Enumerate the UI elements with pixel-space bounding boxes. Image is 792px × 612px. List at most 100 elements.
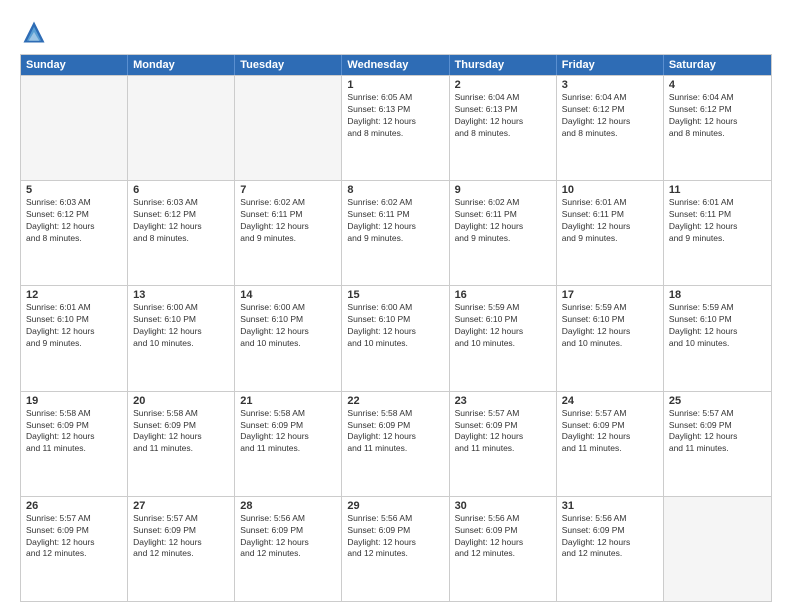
calendar-cell: 12Sunrise: 6:01 AM Sunset: 6:10 PM Dayli…	[21, 286, 128, 390]
calendar-cell: 8Sunrise: 6:02 AM Sunset: 6:11 PM Daylig…	[342, 181, 449, 285]
day-number: 6	[133, 184, 229, 196]
weekday-header-thursday: Thursday	[450, 55, 557, 75]
calendar-cell	[21, 76, 128, 180]
calendar-cell: 22Sunrise: 5:58 AM Sunset: 6:09 PM Dayli…	[342, 392, 449, 496]
calendar-cell: 28Sunrise: 5:56 AM Sunset: 6:09 PM Dayli…	[235, 497, 342, 601]
day-number: 29	[347, 500, 443, 512]
day-number: 17	[562, 289, 658, 301]
weekday-header-friday: Friday	[557, 55, 664, 75]
day-number: 7	[240, 184, 336, 196]
day-info: Sunrise: 5:56 AM Sunset: 6:09 PM Dayligh…	[455, 513, 551, 561]
calendar-body: 1Sunrise: 6:05 AM Sunset: 6:13 PM Daylig…	[21, 75, 771, 601]
calendar-cell: 24Sunrise: 5:57 AM Sunset: 6:09 PM Dayli…	[557, 392, 664, 496]
calendar-cell: 7Sunrise: 6:02 AM Sunset: 6:11 PM Daylig…	[235, 181, 342, 285]
calendar-cell: 13Sunrise: 6:00 AM Sunset: 6:10 PM Dayli…	[128, 286, 235, 390]
calendar-row-2: 5Sunrise: 6:03 AM Sunset: 6:12 PM Daylig…	[21, 180, 771, 285]
day-info: Sunrise: 6:03 AM Sunset: 6:12 PM Dayligh…	[133, 197, 229, 245]
calendar-cell	[664, 497, 771, 601]
day-number: 22	[347, 395, 443, 407]
day-number: 26	[26, 500, 122, 512]
day-info: Sunrise: 6:05 AM Sunset: 6:13 PM Dayligh…	[347, 92, 443, 140]
day-number: 10	[562, 184, 658, 196]
day-info: Sunrise: 6:01 AM Sunset: 6:11 PM Dayligh…	[562, 197, 658, 245]
calendar-cell: 18Sunrise: 5:59 AM Sunset: 6:10 PM Dayli…	[664, 286, 771, 390]
calendar-cell: 17Sunrise: 5:59 AM Sunset: 6:10 PM Dayli…	[557, 286, 664, 390]
day-number: 14	[240, 289, 336, 301]
day-info: Sunrise: 5:56 AM Sunset: 6:09 PM Dayligh…	[562, 513, 658, 561]
day-number: 23	[455, 395, 551, 407]
day-info: Sunrise: 6:04 AM Sunset: 6:13 PM Dayligh…	[455, 92, 551, 140]
weekday-header-sunday: Sunday	[21, 55, 128, 75]
day-number: 24	[562, 395, 658, 407]
calendar-cell: 31Sunrise: 5:56 AM Sunset: 6:09 PM Dayli…	[557, 497, 664, 601]
header	[20, 18, 772, 46]
day-info: Sunrise: 5:57 AM Sunset: 6:09 PM Dayligh…	[26, 513, 122, 561]
calendar-row-1: 1Sunrise: 6:05 AM Sunset: 6:13 PM Daylig…	[21, 75, 771, 180]
day-info: Sunrise: 6:04 AM Sunset: 6:12 PM Dayligh…	[669, 92, 766, 140]
weekday-header-saturday: Saturday	[664, 55, 771, 75]
day-info: Sunrise: 6:00 AM Sunset: 6:10 PM Dayligh…	[133, 302, 229, 350]
day-info: Sunrise: 5:57 AM Sunset: 6:09 PM Dayligh…	[455, 408, 551, 456]
calendar-cell: 6Sunrise: 6:03 AM Sunset: 6:12 PM Daylig…	[128, 181, 235, 285]
calendar-cell: 23Sunrise: 5:57 AM Sunset: 6:09 PM Dayli…	[450, 392, 557, 496]
day-number: 16	[455, 289, 551, 301]
calendar-cell: 29Sunrise: 5:56 AM Sunset: 6:09 PM Dayli…	[342, 497, 449, 601]
day-number: 1	[347, 79, 443, 91]
calendar-cell: 26Sunrise: 5:57 AM Sunset: 6:09 PM Dayli…	[21, 497, 128, 601]
day-number: 2	[455, 79, 551, 91]
day-info: Sunrise: 5:57 AM Sunset: 6:09 PM Dayligh…	[562, 408, 658, 456]
day-number: 21	[240, 395, 336, 407]
day-info: Sunrise: 6:04 AM Sunset: 6:12 PM Dayligh…	[562, 92, 658, 140]
day-info: Sunrise: 5:56 AM Sunset: 6:09 PM Dayligh…	[347, 513, 443, 561]
weekday-header-monday: Monday	[128, 55, 235, 75]
day-info: Sunrise: 5:58 AM Sunset: 6:09 PM Dayligh…	[26, 408, 122, 456]
logo	[20, 18, 52, 46]
calendar-cell: 21Sunrise: 5:58 AM Sunset: 6:09 PM Dayli…	[235, 392, 342, 496]
calendar-cell: 4Sunrise: 6:04 AM Sunset: 6:12 PM Daylig…	[664, 76, 771, 180]
day-number: 13	[133, 289, 229, 301]
day-info: Sunrise: 6:03 AM Sunset: 6:12 PM Dayligh…	[26, 197, 122, 245]
calendar-header: SundayMondayTuesdayWednesdayThursdayFrid…	[21, 55, 771, 75]
day-number: 11	[669, 184, 766, 196]
day-info: Sunrise: 5:59 AM Sunset: 6:10 PM Dayligh…	[562, 302, 658, 350]
day-number: 8	[347, 184, 443, 196]
day-info: Sunrise: 6:02 AM Sunset: 6:11 PM Dayligh…	[347, 197, 443, 245]
calendar-cell: 10Sunrise: 6:01 AM Sunset: 6:11 PM Dayli…	[557, 181, 664, 285]
calendar-row-3: 12Sunrise: 6:01 AM Sunset: 6:10 PM Dayli…	[21, 285, 771, 390]
day-number: 20	[133, 395, 229, 407]
day-info: Sunrise: 5:59 AM Sunset: 6:10 PM Dayligh…	[669, 302, 766, 350]
calendar-cell: 19Sunrise: 5:58 AM Sunset: 6:09 PM Dayli…	[21, 392, 128, 496]
day-info: Sunrise: 6:02 AM Sunset: 6:11 PM Dayligh…	[240, 197, 336, 245]
day-info: Sunrise: 5:57 AM Sunset: 6:09 PM Dayligh…	[133, 513, 229, 561]
day-info: Sunrise: 6:01 AM Sunset: 6:10 PM Dayligh…	[26, 302, 122, 350]
day-number: 31	[562, 500, 658, 512]
calendar-cell: 16Sunrise: 5:59 AM Sunset: 6:10 PM Dayli…	[450, 286, 557, 390]
calendar-cell: 27Sunrise: 5:57 AM Sunset: 6:09 PM Dayli…	[128, 497, 235, 601]
day-info: Sunrise: 6:00 AM Sunset: 6:10 PM Dayligh…	[240, 302, 336, 350]
calendar-cell: 3Sunrise: 6:04 AM Sunset: 6:12 PM Daylig…	[557, 76, 664, 180]
day-info: Sunrise: 5:58 AM Sunset: 6:09 PM Dayligh…	[240, 408, 336, 456]
calendar-cell: 25Sunrise: 5:57 AM Sunset: 6:09 PM Dayli…	[664, 392, 771, 496]
day-info: Sunrise: 6:00 AM Sunset: 6:10 PM Dayligh…	[347, 302, 443, 350]
page: SundayMondayTuesdayWednesdayThursdayFrid…	[0, 0, 792, 612]
calendar-cell: 20Sunrise: 5:58 AM Sunset: 6:09 PM Dayli…	[128, 392, 235, 496]
day-number: 25	[669, 395, 766, 407]
day-number: 12	[26, 289, 122, 301]
day-info: Sunrise: 6:02 AM Sunset: 6:11 PM Dayligh…	[455, 197, 551, 245]
calendar-cell: 15Sunrise: 6:00 AM Sunset: 6:10 PM Dayli…	[342, 286, 449, 390]
calendar-cell: 1Sunrise: 6:05 AM Sunset: 6:13 PM Daylig…	[342, 76, 449, 180]
day-number: 4	[669, 79, 766, 91]
day-info: Sunrise: 5:59 AM Sunset: 6:10 PM Dayligh…	[455, 302, 551, 350]
weekday-header-tuesday: Tuesday	[235, 55, 342, 75]
day-number: 5	[26, 184, 122, 196]
day-number: 28	[240, 500, 336, 512]
day-number: 19	[26, 395, 122, 407]
calendar-cell: 2Sunrise: 6:04 AM Sunset: 6:13 PM Daylig…	[450, 76, 557, 180]
calendar-cell	[128, 76, 235, 180]
calendar-cell	[235, 76, 342, 180]
calendar-cell: 14Sunrise: 6:00 AM Sunset: 6:10 PM Dayli…	[235, 286, 342, 390]
calendar-cell: 9Sunrise: 6:02 AM Sunset: 6:11 PM Daylig…	[450, 181, 557, 285]
day-number: 9	[455, 184, 551, 196]
calendar: SundayMondayTuesdayWednesdayThursdayFrid…	[20, 54, 772, 602]
day-info: Sunrise: 5:58 AM Sunset: 6:09 PM Dayligh…	[347, 408, 443, 456]
